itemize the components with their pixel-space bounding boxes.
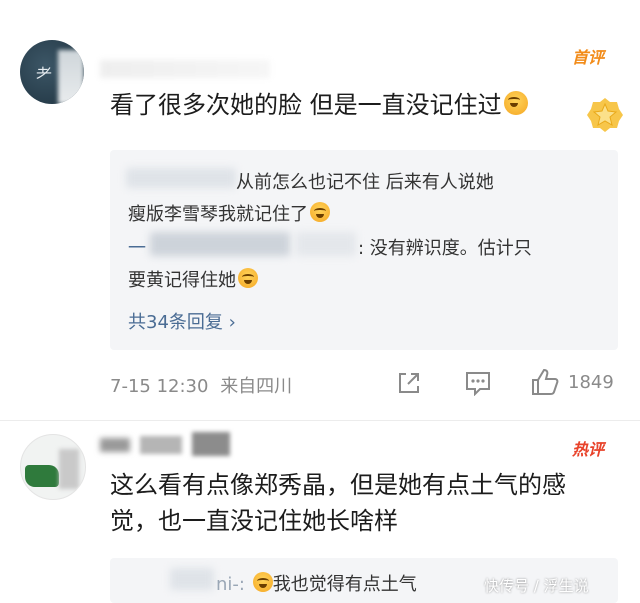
username-blurred[interactable] (100, 60, 270, 78)
avatar[interactable] (20, 434, 86, 500)
avatar-glyph: 耂 (36, 64, 53, 83)
watermark: 快传号 / 浮生说 (484, 577, 589, 595)
reply-username[interactable]: ni-: (216, 574, 245, 595)
reply-line: ni-: 我也觉得有点土气 (216, 572, 417, 595)
reply-line: 从前怎么也记不住 后来有人说她 (236, 172, 494, 193)
comment-text: 这么看有点像郑秀晶，但是她有点土气的感觉，也一直没记住她长啥样 (110, 471, 566, 535)
grin-emoji-icon (238, 268, 258, 288)
comment-icon[interactable] (464, 370, 492, 396)
username-blurred[interactable] (100, 432, 230, 456)
avatar[interactable]: 耂 (20, 40, 84, 104)
like-count: 1849 (568, 372, 614, 393)
hot-comment-badge: 热评 (572, 440, 605, 459)
laugh-cry-emoji-icon (503, 91, 528, 115)
timestamp: 7-15 12:30 (110, 376, 209, 397)
location: 来自四川 (220, 376, 293, 397)
divider (0, 420, 640, 421)
laugh-cry-emoji-icon (310, 202, 330, 222)
comment-meta: 7-15 12:30 来自四川 (110, 372, 292, 398)
reply-line: : 没有辨识度。估计只 (358, 238, 532, 259)
forward-icon[interactable] (396, 370, 422, 396)
reply-line: 瘦版李雪琴我就记住了 (128, 200, 330, 226)
reply-line: 要黄记得住她 (128, 266, 258, 292)
comment-text: 看了很多次她的脸 但是一直没记住过 (110, 85, 528, 120)
reply-username[interactable]: 一 (128, 238, 146, 259)
reply-line: 一 (128, 234, 146, 260)
like-icon[interactable] (530, 367, 560, 397)
laugh-cry-emoji-icon (252, 572, 273, 592)
view-replies-link[interactable]: 共34条回复 › (128, 308, 236, 334)
reply-preview[interactable]: 从前怎么也记不住 后来有人说她 瘦版李雪琴我就记住了 一 : 没有辨识度。估计只… (110, 150, 618, 350)
medal-icon[interactable] (586, 96, 624, 134)
first-comment-badge: 首评 (572, 48, 605, 67)
